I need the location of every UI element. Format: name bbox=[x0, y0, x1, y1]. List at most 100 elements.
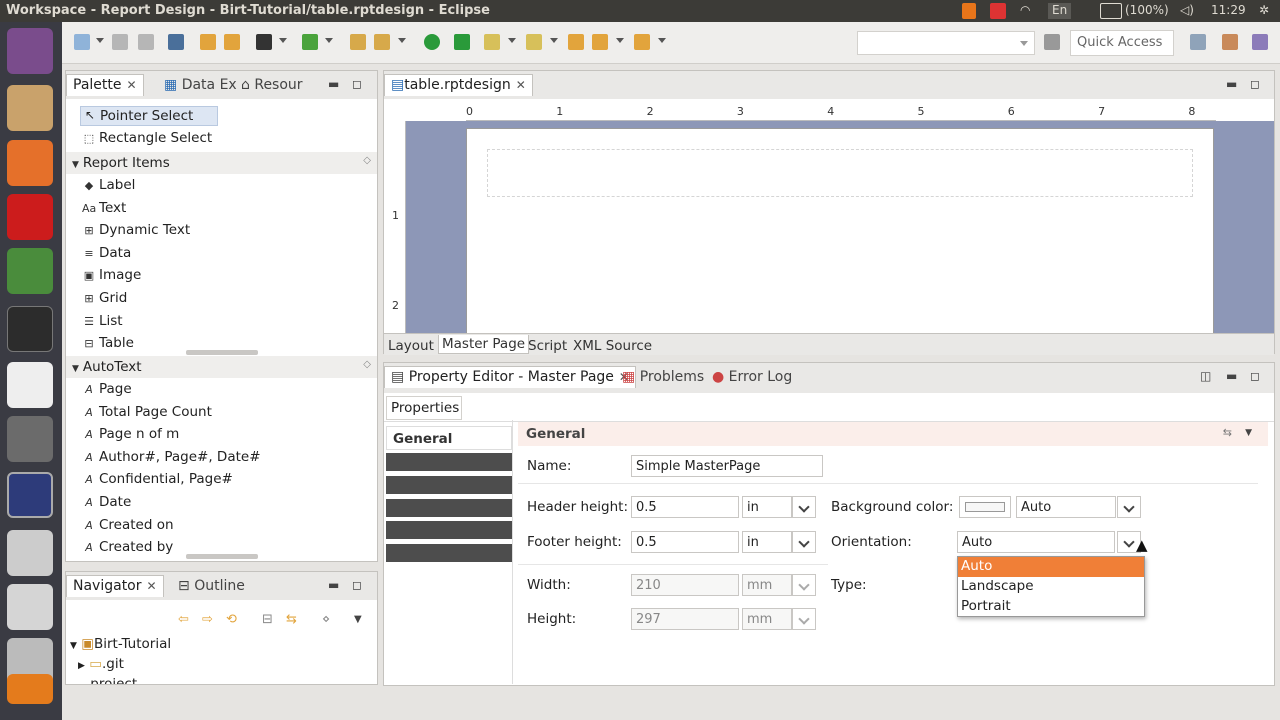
link-editor-icon[interactable]: ⇆ bbox=[286, 612, 297, 627]
close-icon[interactable]: ✕ bbox=[516, 78, 526, 92]
drive-icon[interactable] bbox=[7, 530, 53, 576]
forward-icon[interactable]: ⇨ bbox=[202, 612, 213, 627]
filter-icon[interactable]: ⋄ bbox=[322, 612, 330, 627]
width-field[interactable]: 210 bbox=[631, 574, 739, 596]
palette-scrollbar[interactable] bbox=[186, 350, 258, 355]
minimize-icon[interactable]: ▬ bbox=[1226, 77, 1237, 91]
view-menu-icon[interactable]: ◫ bbox=[1200, 369, 1211, 383]
volume-icon[interactable]: ◁) bbox=[1180, 3, 1194, 19]
autotext-item[interactable]: A Date bbox=[82, 494, 131, 514]
height-field[interactable]: 297 bbox=[631, 608, 739, 630]
wifi-icon[interactable]: ◠ bbox=[1020, 3, 1030, 19]
tab-script[interactable]: Script bbox=[528, 338, 567, 354]
quick-access-input[interactable]: Quick Access bbox=[1070, 30, 1174, 56]
chevron-down-icon[interactable] bbox=[325, 38, 333, 43]
side-nav-item[interactable] bbox=[386, 453, 512, 471]
forward-icon[interactable] bbox=[634, 34, 650, 50]
pointer-select-tool[interactable]: ↖ Pointer Select bbox=[80, 106, 218, 126]
autotext-item[interactable]: A Page bbox=[82, 381, 131, 401]
chevron-down-icon[interactable] bbox=[508, 38, 516, 43]
collapse-all-icon[interactable]: ⊟ bbox=[262, 612, 273, 627]
tab-palette[interactable]: Palette ✕ bbox=[66, 74, 144, 96]
record-icon[interactable] bbox=[990, 3, 1006, 19]
pin-icon[interactable] bbox=[1044, 34, 1060, 50]
tab-master-page[interactable]: Master Page bbox=[438, 335, 530, 354]
height-unit-select[interactable]: mm bbox=[742, 608, 792, 630]
width-unit-select[interactable]: mm bbox=[742, 574, 792, 596]
open-icon[interactable] bbox=[350, 34, 366, 50]
palette-item-table[interactable]: ⊟ Table bbox=[82, 335, 134, 355]
calculator-icon[interactable] bbox=[7, 584, 53, 630]
gear-icon[interactable]: ✲ bbox=[1259, 3, 1269, 19]
header-height-field[interactable]: 0.5 bbox=[631, 496, 739, 518]
footer-unit-dropdown-button[interactable] bbox=[792, 531, 816, 553]
battery-icon[interactable] bbox=[1100, 3, 1122, 19]
side-nav-item[interactable] bbox=[386, 521, 512, 539]
tab-outline[interactable]: ⊟ Outline bbox=[178, 578, 245, 600]
expand-all-icon[interactable]: ◇ bbox=[363, 359, 371, 370]
tab-error-log[interactable]: ● Error Log bbox=[712, 369, 792, 391]
tab-property-editor[interactable]: ▤ Property Editor - Master Page ✕ bbox=[384, 366, 636, 388]
palette-item-label[interactable]: ◆ Label bbox=[82, 177, 136, 197]
terminal-icon[interactable] bbox=[7, 306, 53, 352]
files-icon[interactable] bbox=[7, 85, 53, 131]
java-perspective-icon[interactable] bbox=[1252, 34, 1268, 50]
run-report-icon[interactable] bbox=[256, 34, 272, 50]
chevron-down-icon[interactable] bbox=[96, 38, 104, 43]
background-color-select[interactable]: Auto bbox=[1016, 496, 1116, 518]
tab-properties[interactable]: Properties bbox=[386, 396, 462, 420]
header-unit-select[interactable]: in bbox=[742, 496, 792, 518]
general-section-header[interactable]: General ⇆ ▼ bbox=[518, 422, 1268, 446]
tab-navigator[interactable]: Navigator ✕ bbox=[66, 575, 164, 597]
autotext-scrollbar[interactable] bbox=[186, 554, 258, 559]
opera-icon[interactable] bbox=[7, 194, 53, 240]
app-icon[interactable] bbox=[7, 674, 53, 704]
footer-unit-select[interactable]: in bbox=[742, 531, 792, 553]
clock[interactable]: 11:29 bbox=[1211, 3, 1246, 19]
background-color-dropdown-button[interactable] bbox=[1117, 496, 1141, 518]
chevron-down-icon[interactable] bbox=[398, 38, 406, 43]
view-menu-icon[interactable]: ▼ bbox=[354, 614, 362, 625]
maximize-icon[interactable]: ◻ bbox=[352, 578, 362, 592]
palette-item-data[interactable]: ≡ Data bbox=[82, 245, 131, 265]
minimize-icon[interactable]: ▬ bbox=[328, 578, 339, 592]
master-page-sheet[interactable] bbox=[466, 128, 1214, 338]
save-all-icon[interactable] bbox=[138, 34, 154, 50]
print-icon[interactable] bbox=[168, 34, 184, 50]
color-picker-button[interactable] bbox=[959, 496, 1011, 518]
chevron-down-icon[interactable]: ▼ bbox=[1245, 428, 1252, 438]
side-nav-item[interactable] bbox=[386, 476, 512, 494]
maximize-icon[interactable]: ◻ bbox=[352, 77, 362, 91]
header-unit-dropdown-button[interactable] bbox=[792, 496, 816, 518]
close-icon[interactable]: ✕ bbox=[127, 78, 137, 92]
side-nav-item[interactable] bbox=[386, 499, 512, 517]
width-unit-dropdown-button[interactable] bbox=[792, 574, 816, 596]
tab-problems[interactable]: ▦ Problems bbox=[622, 369, 704, 391]
chrome-icon[interactable] bbox=[7, 248, 53, 294]
design-canvas[interactable] bbox=[406, 121, 1274, 338]
chevron-down-icon[interactable] bbox=[616, 38, 624, 43]
minimize-icon[interactable]: ▬ bbox=[1226, 369, 1237, 383]
workspace-icon[interactable] bbox=[7, 416, 53, 462]
report-items-category[interactable]: ▼ Report Items ◇ bbox=[66, 152, 377, 174]
firefox-icon[interactable] bbox=[7, 140, 53, 186]
tab-layout[interactable]: Layout bbox=[388, 338, 434, 354]
side-nav-general[interactable]: General bbox=[386, 426, 512, 450]
tree-file-project[interactable]: .project bbox=[86, 676, 137, 684]
header-area[interactable] bbox=[487, 149, 1193, 197]
status-icon[interactable] bbox=[424, 34, 440, 50]
tree-folder-git[interactable]: ▶ ▭.git bbox=[78, 656, 124, 672]
autotext-item[interactable]: A Page n of m bbox=[82, 426, 179, 446]
orientation-select[interactable]: Auto bbox=[957, 531, 1115, 553]
orientation-option[interactable]: Auto bbox=[958, 557, 1144, 577]
tab-resources[interactable]: ⌂ Resour bbox=[241, 77, 303, 99]
text-editor-icon[interactable] bbox=[7, 362, 53, 408]
side-nav-item[interactable] bbox=[386, 544, 512, 562]
palette-item-grid[interactable]: ⊞ Grid bbox=[82, 290, 127, 310]
chevron-down-icon[interactable] bbox=[658, 38, 666, 43]
height-unit-dropdown-button[interactable] bbox=[792, 608, 816, 630]
eclipse-icon[interactable] bbox=[7, 472, 53, 518]
wand-icon[interactable] bbox=[374, 34, 390, 50]
autotext-item[interactable]: A Total Page Count bbox=[82, 404, 212, 424]
rectangle-select-tool[interactable]: ⬚ Rectangle Select bbox=[82, 130, 212, 150]
